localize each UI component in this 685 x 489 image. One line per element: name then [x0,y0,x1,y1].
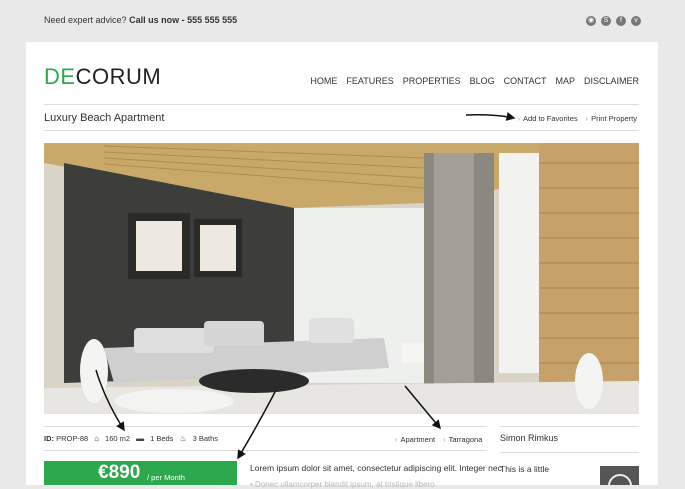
nav-blog[interactable]: BLOG [470,76,495,86]
property-id: ID: PROP-88 [44,434,89,443]
advice-text: Need expert advice? Call us now - 555 55… [44,15,238,25]
price-amount: €890 [98,462,141,483]
social-links: ◉ S f v [586,16,641,26]
description-text: Lorem ipsum dolor sit amet, consectetur … [250,463,502,473]
phone-link[interactable]: Call us now - 555 555 555 [129,15,237,25]
add-favorites-link[interactable]: Add to Favorites [518,114,578,123]
area-icon: ⌂ [94,434,100,443]
divider [44,104,639,105]
sidebar-divider [500,452,639,453]
page-title: Luxury Beach Apartment [44,112,165,124]
nav-map[interactable]: MAP [555,76,575,86]
site-logo[interactable]: DECORUM [44,64,161,90]
bath-icon: ♨ [179,434,187,443]
nav-home[interactable]: HOME [310,76,337,86]
divider [44,130,639,131]
property-beds: 1 Beds [150,434,174,443]
facebook-icon[interactable]: f [616,16,626,26]
nav-properties[interactable]: PROPERTIES [403,76,461,86]
skype-icon[interactable]: S [601,16,611,26]
property-baths: 3 Baths [192,434,219,443]
top-bar: Need expert advice? Call us now - 555 55… [0,0,685,42]
property-photo[interactable] [44,143,639,414]
property-actions: Add to Favorites Print Property [518,114,637,123]
nav-contact[interactable]: CONTACT [504,76,547,86]
property-tags: Apartment Tarragona [395,435,483,444]
agent-intro: This is a little [500,464,550,474]
property-meta: ID: PROP-88 ⌂ 160 m2 ▬ 1 Beds ♨ 3 Baths [44,434,218,443]
print-property-link[interactable]: Print Property [586,114,637,123]
property-area: 160 m2 [105,434,131,443]
type-link[interactable]: Apartment [395,435,436,444]
divider [44,426,487,427]
rss-icon[interactable]: ◉ [586,16,596,26]
agent-name[interactable]: Simon Rimkus [500,433,558,443]
agent-avatar[interactable] [600,466,639,485]
nav-features[interactable]: FEATURES [346,76,393,86]
bed-icon: ▬ [136,434,145,443]
divider [44,450,487,451]
sidebar-divider [500,426,639,427]
price-box: €890 / per Month [44,461,237,485]
vimeo-icon[interactable]: v [631,16,641,26]
main-nav: HOME FEATURES PROPERTIES BLOG CONTACT MA… [310,76,639,86]
location-link[interactable]: Tarragona [443,435,483,444]
nav-disclaimer[interactable]: DISCLAIMER [584,76,639,86]
price-period: / per Month [147,473,185,482]
